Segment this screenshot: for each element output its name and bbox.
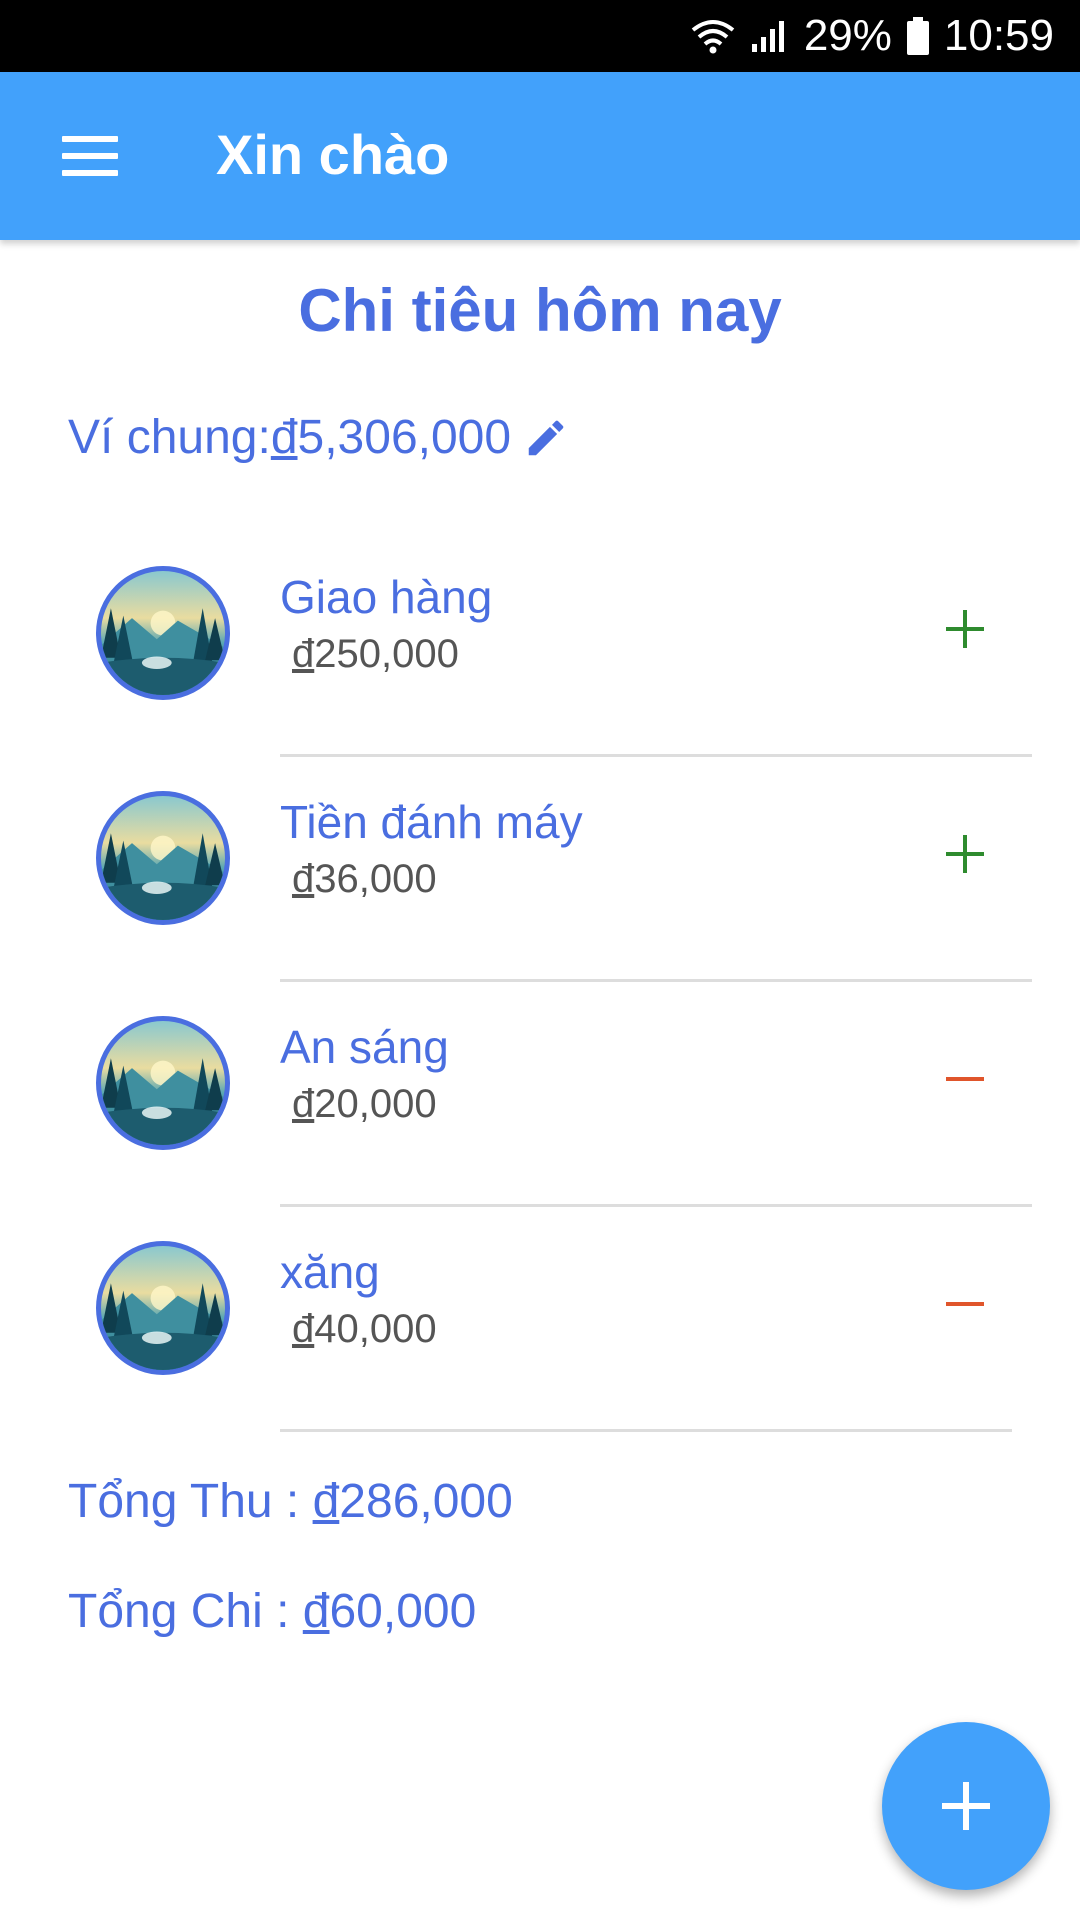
minus-icon[interactable] bbox=[930, 1044, 1000, 1114]
wallet-label: Ví chung: bbox=[68, 411, 271, 464]
total-expense-currency: đ bbox=[302, 1585, 330, 1638]
wifi-icon bbox=[690, 18, 736, 54]
wallet-currency: đ bbox=[270, 411, 298, 464]
avatar bbox=[96, 1241, 230, 1375]
list-item-currency: đ bbox=[292, 857, 315, 901]
list-item-value: 40,000 bbox=[314, 1307, 437, 1351]
list-item[interactable]: Tiền đánh máy đ36,000 bbox=[0, 757, 1080, 982]
list-item[interactable]: An sáng đ20,000 bbox=[0, 982, 1080, 1207]
list-item-amount: đ20,000 bbox=[292, 1082, 437, 1127]
status-bar: 29% 10:59 bbox=[0, 0, 1080, 72]
total-income: Tổng Thu : đ286,000 bbox=[68, 1474, 513, 1529]
list-item-name: An sáng bbox=[280, 1021, 449, 1073]
pencil-icon[interactable] bbox=[523, 415, 569, 461]
list-item-currency: đ bbox=[292, 1082, 315, 1126]
list-item-name: xăng bbox=[280, 1246, 380, 1298]
list-item-name: Giao hàng bbox=[280, 571, 493, 623]
list-item-amount: đ40,000 bbox=[292, 1307, 437, 1352]
list-item-currency: đ bbox=[292, 1307, 315, 1351]
total-income-amount: 286,000 bbox=[339, 1475, 513, 1528]
app-bar: Xin chào bbox=[0, 72, 1080, 240]
menu-line bbox=[62, 170, 118, 176]
list-item-name: Tiền đánh máy bbox=[280, 796, 583, 848]
signal-icon bbox=[750, 18, 790, 54]
plus-icon[interactable] bbox=[930, 594, 1000, 664]
minus-icon[interactable] bbox=[930, 1269, 1000, 1339]
list-item-value: 20,000 bbox=[314, 1082, 437, 1126]
list-item-amount: đ36,000 bbox=[292, 857, 437, 902]
add-transaction-button[interactable] bbox=[882, 1722, 1050, 1890]
list-item-currency: đ bbox=[292, 632, 315, 676]
battery-percent: 29% bbox=[803, 11, 892, 60]
menu-line bbox=[62, 153, 118, 159]
list-item-value: 250,000 bbox=[314, 632, 459, 676]
total-income-label: Tổng Thu : bbox=[68, 1475, 313, 1528]
plus-icon[interactable] bbox=[930, 819, 1000, 889]
list-item-amount: đ250,000 bbox=[292, 632, 459, 677]
transaction-list: Giao hàng đ250,000 Tiền đánh máy đ36,000 An … bbox=[0, 532, 1080, 1432]
menu-icon[interactable] bbox=[62, 123, 128, 189]
list-item-value: 36,000 bbox=[314, 857, 437, 901]
clock: 10:59 bbox=[943, 11, 1054, 60]
battery-icon bbox=[906, 16, 930, 56]
app-title: Xin chào bbox=[216, 123, 450, 187]
divider bbox=[280, 1429, 1012, 1432]
avatar bbox=[96, 1016, 230, 1150]
total-expense-amount: 60,000 bbox=[329, 1585, 477, 1638]
page-title: Chi tiêu hôm nay bbox=[298, 277, 782, 344]
plus-icon bbox=[942, 1782, 990, 1830]
wallet-amount: 5,306,000 bbox=[297, 411, 512, 464]
total-expense: Tổng Chi : đ60,000 bbox=[68, 1584, 476, 1639]
total-expense-label: Tổng Chi : bbox=[68, 1585, 303, 1638]
avatar bbox=[96, 566, 230, 700]
menu-line bbox=[62, 136, 118, 142]
wallet-balance: Ví chung: đ 5,306,000 bbox=[68, 410, 569, 465]
total-income-currency: đ bbox=[312, 1475, 340, 1528]
list-item[interactable]: xăng đ40,000 bbox=[0, 1207, 1080, 1432]
avatar bbox=[96, 791, 230, 925]
list-item[interactable]: Giao hàng đ250,000 bbox=[0, 532, 1080, 757]
